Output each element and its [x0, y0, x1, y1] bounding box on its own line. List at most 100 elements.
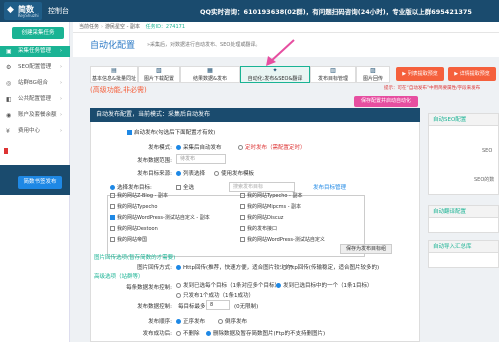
publish-mode-label: 发布模式: — [148, 145, 172, 151]
data-icon: ▦ — [207, 67, 213, 74]
select-all-checkbox[interactable]: 全选 — [176, 183, 194, 191]
page-title: 自动化配置 — [90, 41, 136, 51]
site-group-icon: ◎ — [6, 80, 12, 87]
save-target-group-button[interactable]: 保存为发布目标组 — [340, 244, 392, 254]
data-range-select[interactable]: 待发布 — [176, 154, 226, 164]
keep-data-radio[interactable]: 不删除 — [176, 329, 200, 337]
order-desc-radio[interactable]: 倒序发布 — [218, 317, 247, 325]
info-icon: ▤ — [111, 67, 117, 74]
sidebar-item-label: 公共配置管理 — [18, 96, 52, 102]
detail-preview-button[interactable]: ▶ 详情提取预览 — [448, 67, 496, 81]
chevron-icon: › — [60, 48, 62, 54]
annotation-arrow-icon — [266, 39, 295, 66]
order-asc-radio[interactable]: 正序发布 — [176, 317, 205, 325]
list-item[interactable]: 我的网站Discuz — [240, 214, 283, 221]
each-single-radio[interactable]: 发到已选目标中的一个（1条1目标） — [276, 281, 373, 289]
warning-tip: 提示：可在“自动发布”中用简要属性/字段来发布 — [384, 86, 481, 91]
page-subtitle: »采集后，对数据进行自动发布、SEO处理或翻译。 — [147, 42, 261, 48]
breadcrumb-home[interactable]: 当前任务 — [79, 24, 99, 30]
count-suffix: (0无限制) — [234, 304, 259, 310]
list-item[interactable]: 我的网站帝国 — [110, 236, 147, 243]
bookmark-publish-button[interactable]: 简数书签发布 — [18, 176, 62, 189]
advanced-section-title: 高级选项（站群等） — [94, 274, 144, 280]
advanced-warning: (高级功能,非必需) — [90, 86, 147, 94]
import-panel-title[interactable]: 自动导入汇总库 — [428, 240, 499, 253]
list-item[interactable]: 我的网站Typecho - 副本 — [240, 192, 302, 199]
sidebar-item-site-group[interactable]: ◎ 站群BG组合 › — [0, 78, 70, 89]
list-preview-button[interactable]: ▶ 列表提取预览 — [396, 67, 444, 81]
each-one-success-radio[interactable]: 只发布1个成功（1条1成功） — [176, 291, 254, 299]
panel-title: 自动发布配置，当前模式：采集后自动发布 — [90, 108, 420, 122]
seo-panel-title[interactable]: 自动SEO配置 — [428, 113, 499, 126]
enable-publish-checkbox[interactable]: 启动发布(勾选后下面配置才有效) — [127, 128, 215, 136]
sidebar-item-label: SEO配置管理 — [18, 64, 52, 70]
target-icon: ▥ — [330, 67, 336, 74]
mode-auto-radio[interactable]: 采集后自动发布 — [176, 143, 222, 151]
automation-icon: ✦ — [272, 67, 278, 74]
source-template-radio[interactable]: 使用发布模板 — [214, 169, 254, 177]
count-prefix: 每目标最多 — [178, 304, 206, 310]
tab-automation[interactable]: ✦ 自动化:发布&SEO&翻译 — [240, 66, 310, 83]
sidebar-item-label: 采集任务管理 — [18, 48, 52, 54]
target-label: 选择发布目标: — [110, 183, 152, 191]
image-mode-label: 图片回传方式: — [137, 265, 172, 271]
create-task-button[interactable]: 创建采集任务 — [12, 27, 64, 39]
chevron-icon: › — [60, 128, 62, 134]
chevron-icon: › — [60, 64, 62, 70]
tab-result-data[interactable]: ▦ 结果数据&发布 — [180, 66, 240, 83]
target-source-label: 发布目标来源: — [137, 171, 172, 177]
logo[interactable]: ◆ 简数 KeyShuzhi — [4, 2, 42, 20]
sidebar-item-label: 费用中心 — [18, 128, 41, 134]
list-item[interactable]: 我的网站Destoon — [110, 225, 158, 232]
list-item[interactable]: 我的网站WordPress-测试站自定义 - 副本 — [110, 214, 210, 221]
count-input[interactable]: 8 — [206, 300, 230, 310]
upload-icon: ▨ — [370, 67, 376, 74]
app-title[interactable]: 控制台 — [48, 6, 69, 16]
check-icon — [127, 130, 132, 135]
sidebar-item-seo[interactable]: ⚙ SEO配置管理 › — [0, 62, 70, 73]
success-label: 发布成功后: — [142, 331, 172, 337]
task-id: 任务ID：274171 — [145, 24, 186, 30]
notification-dot — [4, 148, 8, 154]
sidebar-item-billing[interactable]: ¥ 费用中心 › — [0, 126, 70, 137]
count-label: 发布数据控制: — [137, 304, 172, 310]
chevron-icon: › — [60, 96, 62, 102]
save-config-button[interactable]: 保存配置并启动自动化 — [354, 96, 418, 107]
translate-panel-title[interactable]: 自动翻译配置 — [428, 205, 499, 218]
sidebar-item-label: 站群BG组合 — [18, 80, 48, 86]
list-item[interactable]: 我的网站Mipcms - 副本 — [240, 203, 301, 210]
image-ftp-radio[interactable]: Ftp回传(传输稳定，适合图片较多的) — [282, 263, 379, 271]
image-icon: ▧ — [156, 67, 162, 74]
chevron-icon: › — [60, 112, 62, 118]
seo-text-2: SEO的数 — [474, 177, 495, 183]
sidebar-item-account[interactable]: ◉ 账户及套餐余额 › — [0, 110, 70, 121]
target-search-input[interactable]: 搜索发布目标 — [229, 182, 295, 192]
contact-banner: QQ实时咨询：610193638(02群)，有问题扫码咨询(24小时)，专业版以… — [200, 8, 472, 16]
sidebar-item-label: 账户及套餐余额 — [18, 112, 57, 118]
logo-subtext: KeyShuzhi — [18, 13, 39, 18]
each-multi-radio[interactable]: 发到已选每个目标（1条对应多个目标） — [176, 281, 280, 289]
source-list-radio[interactable]: 列表选择 — [176, 169, 205, 177]
sidebar-item-task-manage[interactable]: ▣ 采集任务管理 › — [0, 46, 70, 57]
gear-icon: ⚙ — [6, 64, 12, 71]
manage-target-link[interactable]: 发布目标管理 — [313, 183, 346, 191]
tab-image-return[interactable]: ▨ 图片回传 — [356, 66, 390, 83]
list-item[interactable]: 我的网站Z-Blog - 副本 — [110, 192, 168, 199]
tab-image-download[interactable]: ▧ 图片下载配置 — [138, 66, 180, 83]
list-item[interactable]: 我的发布接口 — [240, 225, 277, 232]
logo-icon: ◆ — [7, 5, 14, 15]
each-data-label: 每条数据发布控制: — [126, 285, 172, 291]
list-item[interactable]: 我的网站WordPress-测试站自定义 — [240, 236, 325, 243]
list-item[interactable]: 我的网站Typecho — [110, 203, 157, 210]
tab-basic-info[interactable]: ▤ 基本信息&批量同址 — [90, 66, 138, 83]
breadcrumb-task[interactable]: 游民星空 - 副本 — [105, 24, 140, 30]
delete-data-radio[interactable]: 删除数据及暂存简数图片(Ftp的不支持删图片) — [206, 329, 325, 337]
mode-timed-radio[interactable]: 定时发布（需配置定时） — [238, 143, 306, 151]
image-http-radio[interactable]: Http回传(推荐，快速方便，适合图片较少的) — [176, 263, 293, 271]
tab-publish-target[interactable]: ▥ 发布目标管理 — [310, 66, 356, 83]
image-section-title: 图片回传选项(暂存简数的才需要) — [94, 255, 176, 261]
sidebar-item-public-config[interactable]: ◧ 公共配置管理 › — [0, 94, 70, 105]
breadcrumb: 当前任务 › 游民星空 - 副本 任务ID：274171 — [73, 22, 499, 33]
chevron-icon: › — [60, 80, 62, 86]
task-icon: ▣ — [6, 48, 12, 55]
